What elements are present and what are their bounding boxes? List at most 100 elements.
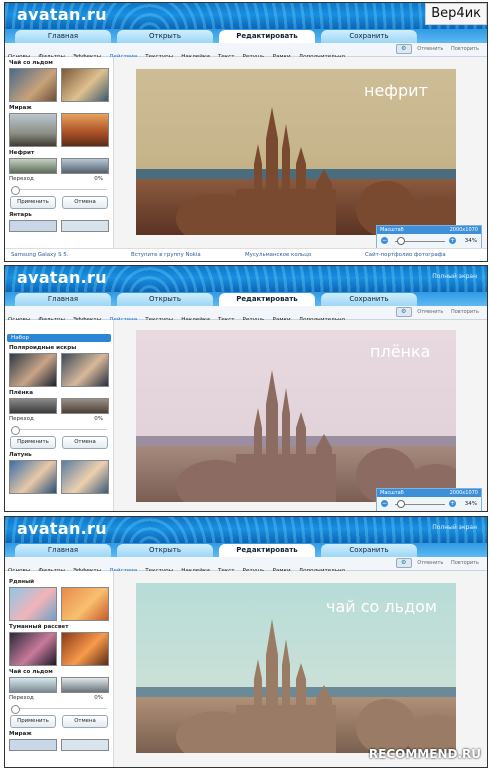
effect-thumbnail[interactable] <box>61 739 109 751</box>
tab-open[interactable]: Открыть <box>117 544 213 557</box>
zoom-plus-button[interactable]: + <box>449 237 456 244</box>
tab-home[interactable]: Главная <box>15 293 111 306</box>
footer-link[interactable]: Мусульманское кольцо <box>245 252 311 258</box>
app-logo[interactable]: avatan.ru <box>17 5 107 24</box>
cancel-button[interactable]: Отмена <box>62 436 108 449</box>
tab-edit[interactable]: Редактировать <box>219 30 315 44</box>
effect-thumbnail[interactable] <box>61 158 109 174</box>
effect-title: Латунь <box>9 452 32 458</box>
effect-thumbnail[interactable] <box>9 113 57 147</box>
fullscreen-link[interactable]: Полный экран <box>432 524 477 531</box>
transition-slider[interactable] <box>11 426 107 435</box>
app-logo[interactable]: avatan.ru <box>17 519 107 538</box>
effect-thumbnail[interactable] <box>61 587 109 621</box>
cancel-button[interactable]: Отмена <box>62 196 108 209</box>
effect-overlay-label: плёнка <box>370 342 431 361</box>
tab-open[interactable]: Открыть <box>117 293 213 306</box>
zoom-minus-button[interactable]: − <box>381 237 388 244</box>
zoom-panel: Масштаб 2000x1070 − + 34% <box>376 225 482 249</box>
tab-home[interactable]: Главная <box>15 544 111 557</box>
effect-thumbnail[interactable] <box>9 68 57 102</box>
effect-group-header[interactable]: Набор <box>7 334 111 342</box>
undo-button[interactable]: Отменить <box>417 46 443 52</box>
tab-home[interactable]: Главная <box>15 30 111 43</box>
effect-thumbnail[interactable] <box>9 398 57 414</box>
tab-open[interactable]: Открыть <box>117 30 213 43</box>
zoom-plus-button[interactable]: + <box>449 500 456 507</box>
undo-button[interactable]: Отменить <box>417 560 443 566</box>
effect-thumbnail[interactable] <box>61 220 109 232</box>
gear-icon[interactable]: ⚙ <box>395 43 412 54</box>
effect-thumbnail[interactable] <box>9 158 57 174</box>
effect-thumbnail[interactable] <box>9 220 57 232</box>
footer-link[interactable]: Сайт-портфолио фотографа <box>365 252 446 258</box>
transition-slider[interactable] <box>11 186 107 195</box>
author-badge: Вер4ик <box>425 3 487 25</box>
zoom-dimensions: 2000x1070 <box>449 227 478 233</box>
option-label: Переход <box>9 176 34 182</box>
photo-canvas: чай со льдом <box>114 571 487 767</box>
gear-icon[interactable]: ⚙ <box>395 557 412 568</box>
effect-thumbnail[interactable] <box>61 68 109 102</box>
slider-knob[interactable] <box>11 186 20 195</box>
effect-thumbnail[interactable] <box>61 460 109 494</box>
fullscreen-link[interactable]: Полный экран <box>432 273 477 280</box>
apply-button[interactable]: Применить <box>10 436 56 449</box>
effect-thumbnail[interactable] <box>9 739 57 751</box>
effect-thumbnail[interactable] <box>9 353 57 387</box>
zoom-label: Масштаб <box>380 227 404 233</box>
zoom-minus-button[interactable]: − <box>381 500 388 507</box>
edited-photo[interactable]: нефрит <box>136 69 456 235</box>
slider-knob[interactable] <box>11 705 20 714</box>
toolbar: ⚙ Отменить Повторить <box>395 557 479 570</box>
screenshot-nefrit: avatan.ru Главная Открыть Редактировать … <box>4 2 488 262</box>
effect-overlay-label: чай со льдом <box>326 597 437 616</box>
edit-menubar: Основы Фильтры Эффекты Действия Текстуры… <box>5 43 487 60</box>
screenshot-plenka: avatan.ru Полный экран Главная Открыть Р… <box>4 265 488 512</box>
effect-thumbnail[interactable] <box>9 460 57 494</box>
zoom-percent: 34% <box>464 501 477 507</box>
effect-thumbnail[interactable] <box>9 587 57 621</box>
zoom-panel: Масштаб 2000x1070 − + 34% <box>376 488 482 511</box>
edited-photo[interactable]: плёнка <box>136 330 456 502</box>
tab-save[interactable]: Сохранить <box>321 30 417 43</box>
active-effect-title: Плёнка <box>9 390 34 396</box>
footer-links: Samsung Galaxy S 5. Вступите в группу No… <box>5 248 487 261</box>
zoom-slider-knob[interactable] <box>397 237 405 245</box>
apply-button[interactable]: Применить <box>10 196 56 209</box>
effect-thumbnail[interactable] <box>61 353 109 387</box>
effect-title: Туманный рассвет <box>9 624 69 630</box>
redo-button[interactable]: Повторить <box>451 309 479 315</box>
option-label: Переход <box>9 416 34 422</box>
tab-save[interactable]: Сохранить <box>321 293 417 306</box>
toolbar: ⚙ Отменить Повторить <box>395 306 479 319</box>
zoom-slider-knob[interactable] <box>397 500 405 508</box>
effect-thumbnail[interactable] <box>9 632 57 666</box>
app-header: avatan.ru Полный экран <box>5 517 487 543</box>
gear-icon[interactable]: ⚙ <box>395 306 412 317</box>
screenshot-iced-tea: avatan.ru Полный экран Главная Открыть Р… <box>4 516 488 768</box>
tab-save[interactable]: Сохранить <box>321 544 417 557</box>
footer-link[interactable]: Вступите в группу Nokia <box>131 252 201 258</box>
edit-menubar: Основы Фильтры Эффекты Действия Текстуры… <box>5 557 487 574</box>
app-logo[interactable]: avatan.ru <box>17 268 107 287</box>
slider-knob[interactable] <box>11 426 20 435</box>
effect-thumbnail[interactable] <box>61 398 109 414</box>
tab-edit[interactable]: Редактировать <box>219 293 315 307</box>
app-header: avatan.ru <box>5 3 487 29</box>
redo-button[interactable]: Повторить <box>451 560 479 566</box>
effect-title: Янтарь <box>9 212 32 218</box>
main-tabs: Главная Открыть Редактировать Сохранить <box>5 292 487 307</box>
effect-thumbnail[interactable] <box>61 113 109 147</box>
tab-edit[interactable]: Редактировать <box>219 544 315 558</box>
effect-thumbnail[interactable] <box>9 677 57 693</box>
transition-slider[interactable] <box>11 705 107 714</box>
undo-button[interactable]: Отменить <box>417 309 443 315</box>
effect-thumbnail[interactable] <box>61 677 109 693</box>
apply-button[interactable]: Применить <box>10 715 56 728</box>
footer-link[interactable]: Samsung Galaxy S 5. <box>11 252 68 258</box>
edited-photo[interactable]: чай со льдом <box>136 583 456 753</box>
redo-button[interactable]: Повторить <box>451 46 479 52</box>
cancel-button[interactable]: Отмена <box>62 715 108 728</box>
effect-thumbnail[interactable] <box>61 632 109 666</box>
